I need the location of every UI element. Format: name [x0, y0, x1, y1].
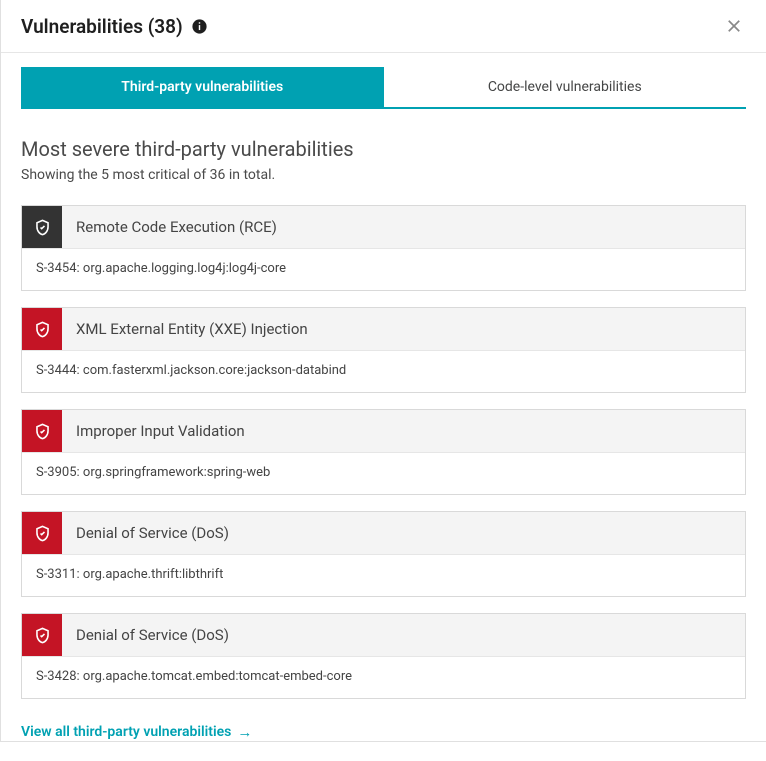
vulnerability-detail: S-3311: org.apache.thrift:libthrift [22, 554, 745, 596]
vulnerability-card[interactable]: Improper Input ValidationS-3905: org.spr… [21, 409, 746, 495]
vulnerabilities-panel: Vulnerabilities (38) Third-party vulnera… [0, 0, 766, 742]
view-all-label: View all third-party vulnerabilities [21, 724, 231, 740]
panel-body: Third-party vulnerabilities Code-level v… [1, 53, 766, 761]
shield-icon [22, 410, 62, 452]
tabs: Third-party vulnerabilities Code-level v… [21, 67, 746, 109]
panel-header: Vulnerabilities (38) [1, 0, 766, 53]
vulnerability-card-header: Remote Code Execution (RCE) [22, 206, 745, 248]
shield-icon [22, 512, 62, 554]
panel-title: Vulnerabilities (38) [21, 15, 183, 38]
tab-code-level[interactable]: Code-level vulnerabilities [384, 67, 747, 109]
vulnerability-card-header: Denial of Service (DoS) [22, 512, 745, 554]
vulnerability-title: Denial of Service (DoS) [62, 614, 243, 656]
vulnerability-card[interactable]: Denial of Service (DoS)S-3428: org.apach… [21, 613, 746, 699]
arrow-right-icon: → [237, 723, 252, 741]
info-icon[interactable] [191, 18, 208, 35]
shield-icon [22, 614, 62, 656]
vulnerability-detail: S-3444: com.fasterxml.jackson.core:jacks… [22, 350, 745, 392]
vulnerability-title: Denial of Service (DoS) [62, 512, 243, 554]
vulnerability-list: Remote Code Execution (RCE)S-3454: org.a… [21, 205, 746, 699]
view-all-link[interactable]: View all third-party vulnerabilities → [21, 723, 252, 741]
vulnerability-detail: S-3428: org.apache.tomcat.embed:tomcat-e… [22, 656, 745, 698]
vulnerability-card-header: XML External Entity (XXE) Injection [22, 308, 745, 350]
vulnerability-card[interactable]: Denial of Service (DoS)S-3311: org.apach… [21, 511, 746, 597]
header-left: Vulnerabilities (38) [21, 15, 208, 38]
vulnerability-title: XML External Entity (XXE) Injection [62, 308, 322, 350]
close-button[interactable] [722, 14, 746, 38]
shield-icon [22, 308, 62, 350]
vulnerability-title: Improper Input Validation [62, 410, 259, 452]
vulnerability-detail: S-3454: org.apache.logging.log4j:log4j-c… [22, 248, 745, 290]
vulnerability-detail: S-3905: org.springframework:spring-web [22, 452, 745, 494]
section-subtitle: Showing the 5 most critical of 36 in tot… [21, 167, 746, 183]
tab-third-party[interactable]: Third-party vulnerabilities [21, 67, 384, 109]
vulnerability-card-header: Denial of Service (DoS) [22, 614, 745, 656]
vulnerability-card-header: Improper Input Validation [22, 410, 745, 452]
section-title: Most severe third-party vulnerabilities [21, 137, 746, 161]
shield-icon [22, 206, 62, 248]
vulnerability-title: Remote Code Execution (RCE) [62, 206, 291, 248]
vulnerability-card[interactable]: XML External Entity (XXE) InjectionS-344… [21, 307, 746, 393]
vulnerability-card[interactable]: Remote Code Execution (RCE)S-3454: org.a… [21, 205, 746, 291]
